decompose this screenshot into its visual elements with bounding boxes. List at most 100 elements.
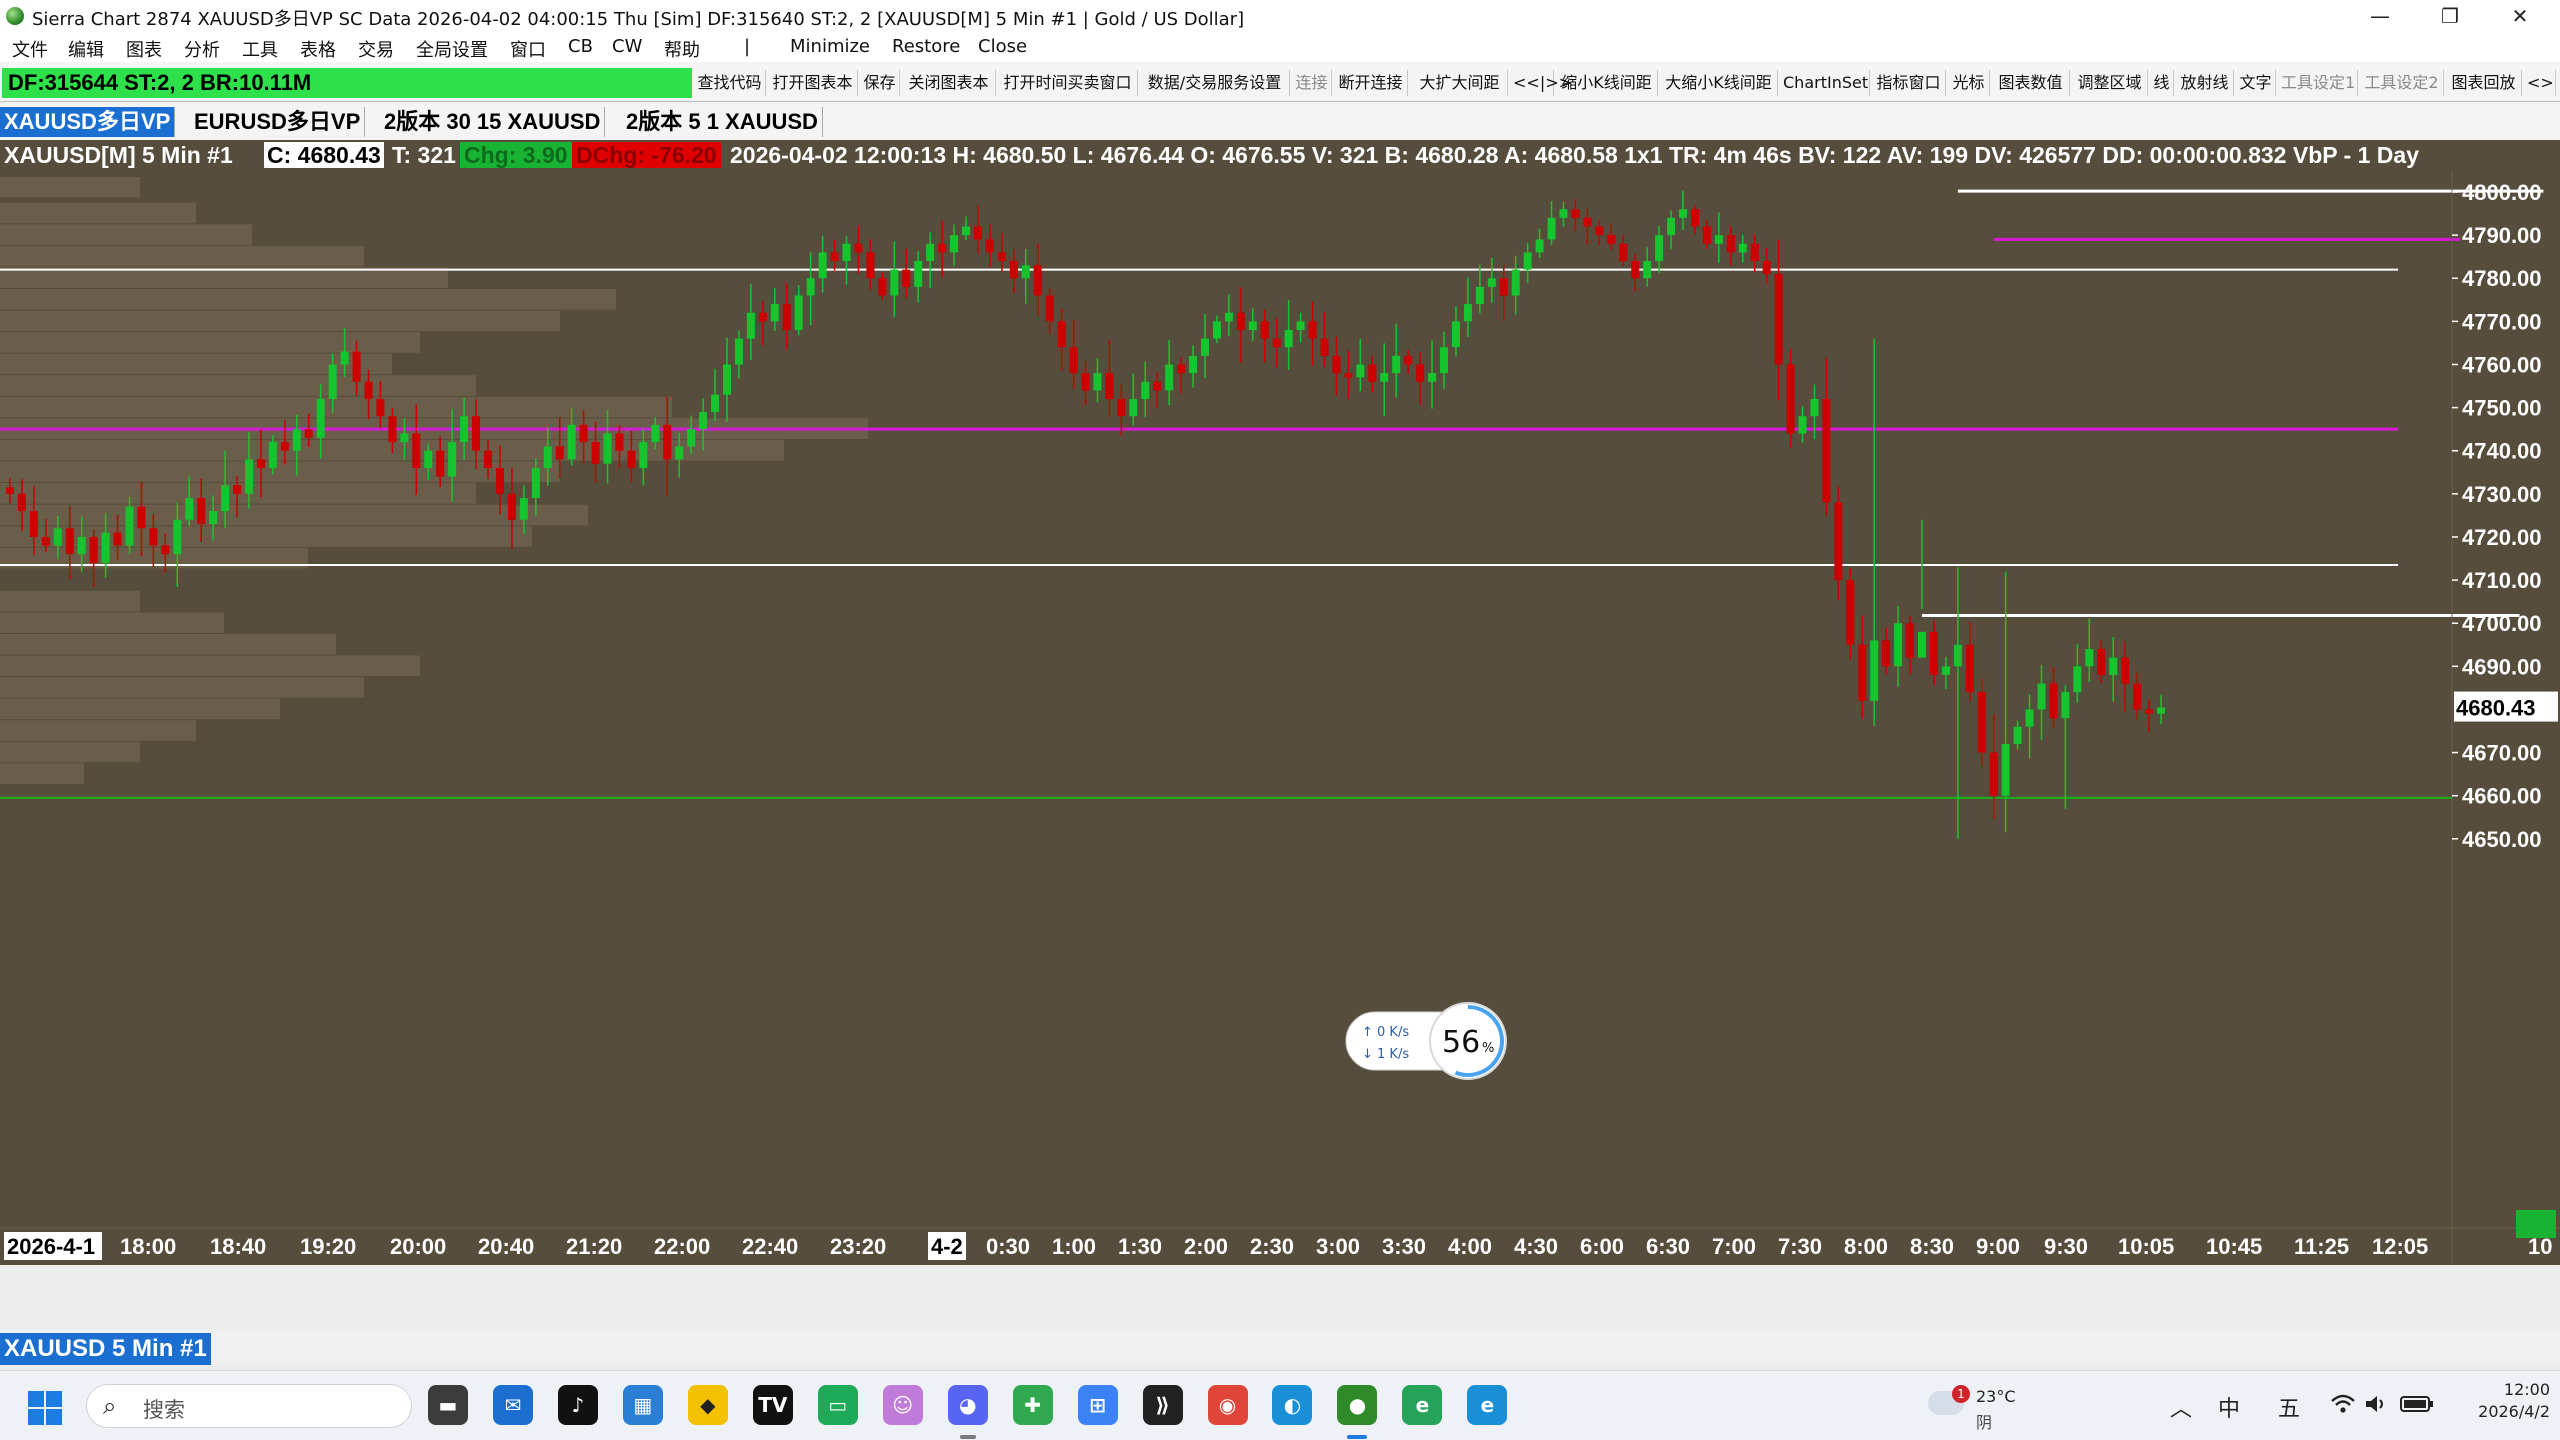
cursor-button[interactable]: 光标	[1948, 70, 1990, 96]
data-trade-service-settings-button[interactable]: 数据/交易服务设置	[1140, 70, 1290, 96]
restore-window-button[interactable]: ❐	[2420, 0, 2480, 32]
price-chart[interactable]: 4800.00 4790.00 4780.00 4770.00 4760.00 4750.…	[0, 170, 2560, 1265]
menu-minimize[interactable]: Minimize	[790, 36, 870, 57]
tab-xauusd-vp[interactable]: XAUUSD多日VP	[0, 107, 176, 137]
candle-bullish	[1392, 355, 1401, 374]
candle-bullish	[316, 398, 325, 438]
candle-bullish	[173, 519, 182, 555]
cat-icon[interactable]: ☺	[882, 1385, 923, 1425]
menu-cw[interactable]: CW	[612, 36, 642, 57]
tiktok-glyph: ♪	[571, 1393, 585, 1417]
candle-bearish	[495, 467, 504, 494]
chartinset-button[interactable]: ChartInSet	[1780, 70, 1870, 96]
menu-cb[interactable]: CB	[568, 36, 593, 57]
candle-bullish	[1810, 398, 1819, 417]
ime-chinese-indicator[interactable]: 中	[2218, 1391, 2240, 1423]
increase-bar-spacing-button[interactable]: 大扩大间距	[1412, 70, 1508, 96]
menu-trade[interactable]: 交易	[358, 36, 394, 62]
menu-edit[interactable]: 编辑	[68, 36, 104, 62]
decrease-bar-spacing-button[interactable]: 缩小K线间距	[1556, 70, 1658, 96]
taskbar-search-box[interactable]: ⌕ 搜索	[86, 1384, 412, 1428]
save-button[interactable]: 保存	[860, 70, 900, 96]
chat-icon[interactable]: ▭	[817, 1385, 858, 1425]
candle-bearish	[149, 528, 158, 546]
open-chartbook-button[interactable]: 打开图表本	[768, 70, 858, 96]
connect-button[interactable]: 连接	[1292, 70, 1332, 96]
terminal-icon[interactable]: ⟫	[1142, 1385, 1183, 1425]
binance-icon[interactable]: ◆	[687, 1385, 728, 1425]
chart-bottom-strip	[0, 1265, 2560, 1330]
candle-bullish	[101, 532, 110, 563]
candle-bearish	[866, 252, 875, 279]
tray-chevron-icon[interactable]: ︿	[2170, 1391, 2192, 1423]
close-chartbook-button[interactable]: 关闭图表本	[902, 70, 996, 96]
volume-profile-bar	[0, 698, 280, 720]
ray-tool-button[interactable]: 放射线	[2176, 70, 2234, 96]
chart-sheet-tab[interactable]: XAUUSD 5 Min #1	[0, 1333, 211, 1365]
chart-canvas[interactable]: 4800.00 4790.00 4780.00 4770.00 4760.00 4750.…	[0, 170, 2560, 1265]
weather-widget[interactable]: 1 23°C 阴	[1928, 1383, 2068, 1433]
scroll-bars-button[interactable]: <<|>>	[1510, 70, 1572, 96]
menu-restore[interactable]: Restore	[892, 36, 960, 57]
plus-icon[interactable]: ✚	[1012, 1385, 1053, 1425]
candle-bearish	[1416, 364, 1425, 382]
candle-bullish	[1953, 644, 1962, 667]
files-icon[interactable]: ▬	[428, 1385, 468, 1425]
edge-glyph: ◐	[1283, 1393, 1302, 1417]
adjust-region-button[interactable]: 调整区域	[2072, 70, 2148, 96]
open-time-and-sales-button[interactable]: 打开时间买卖窗口	[998, 70, 1138, 96]
menu-close[interactable]: Close	[978, 36, 1027, 57]
time-tick-label: 18:00	[120, 1234, 176, 1259]
edge-dev-icon[interactable]: e	[1402, 1385, 1443, 1425]
menu-help[interactable]: 帮助	[664, 36, 700, 62]
candle-bearish	[1989, 752, 1998, 796]
ime-wubi-indicator[interactable]: 五	[2278, 1391, 2300, 1423]
system-clock[interactable]: 12:00 2026/4/2	[2450, 1379, 2550, 1423]
study-window-button[interactable]: 指标窗口	[1872, 70, 1946, 96]
text-tool-button[interactable]: 文字	[2236, 70, 2276, 96]
menu-window[interactable]: 窗口	[510, 36, 546, 62]
tool-settings-2-button[interactable]: 工具设定2	[2360, 70, 2444, 96]
tiktok-icon[interactable]: ♪	[557, 1385, 598, 1425]
toolbar-scroll-button[interactable]: <>	[2524, 70, 2556, 96]
chrome-icon[interactable]: ◉	[1207, 1385, 1248, 1425]
ai-browser-icon[interactable]: e	[1467, 1385, 1508, 1425]
tool-settings-1-button[interactable]: 工具设定1	[2278, 70, 2358, 96]
menu-tools[interactable]: 工具	[242, 36, 278, 62]
find-symbol-button[interactable]: 查找代码	[694, 70, 766, 96]
windows-store-icon[interactable]: ⊞	[1077, 1385, 1118, 1425]
calendar-icon[interactable]: ▦	[622, 1385, 663, 1425]
minimize-window-button[interactable]: —	[2350, 0, 2410, 32]
tab-v2-30-15-xauusd[interactable]: 2版本 30 15 XAUUSD	[380, 107, 606, 137]
menu-chart[interactable]: 图表	[126, 36, 162, 62]
candle-bullish	[1870, 640, 1879, 701]
tab-eurusd-vp[interactable]: EURUSD多日VP	[190, 107, 366, 137]
battery-icon[interactable]	[2400, 1395, 2434, 1413]
candle-bullish	[2109, 657, 2118, 675]
tradingview-icon[interactable]: TV	[752, 1385, 793, 1425]
menu-analysis[interactable]: 分析	[184, 36, 220, 62]
menu-sheets[interactable]: 表格	[300, 36, 336, 62]
speaker-icon[interactable]	[2364, 1393, 2388, 1415]
close-window-button[interactable]: ✕	[2490, 0, 2550, 32]
discord-icon[interactable]: ◕	[947, 1385, 988, 1439]
line-tool-button[interactable]: 线	[2150, 70, 2174, 96]
candle-bearish	[1260, 321, 1269, 339]
wifi-icon[interactable]	[2330, 1393, 2356, 1415]
mail-icon[interactable]: ✉	[492, 1385, 533, 1425]
sierra-chart-icon[interactable]: ●	[1337, 1385, 1378, 1439]
time-tick-label: 2:30	[1250, 1234, 1294, 1259]
windows-store-glyph: ⊞	[1089, 1393, 1106, 1417]
greatly-decrease-spacing-button[interactable]: 大缩小K线间距	[1660, 70, 1778, 96]
time-tick-label: 8:30	[1910, 1234, 1954, 1259]
volume-profile-bar	[0, 720, 196, 741]
edge-icon[interactable]: ◐	[1272, 1385, 1313, 1425]
menu-file[interactable]: 文件	[12, 36, 48, 62]
chart-values-button[interactable]: 图表数值	[1992, 70, 2070, 96]
disconnect-button[interactable]: 断开连接	[1334, 70, 1408, 96]
tab-v2-5-1-xauusd[interactable]: 2版本 5 1 XAUUSD	[622, 107, 823, 137]
windows-start-icon[interactable]	[28, 1391, 62, 1425]
volume-profile-bar	[0, 763, 84, 784]
menu-global-settings[interactable]: 全局设置	[416, 36, 488, 62]
chart-replay-button[interactable]: 图表回放	[2446, 70, 2522, 96]
